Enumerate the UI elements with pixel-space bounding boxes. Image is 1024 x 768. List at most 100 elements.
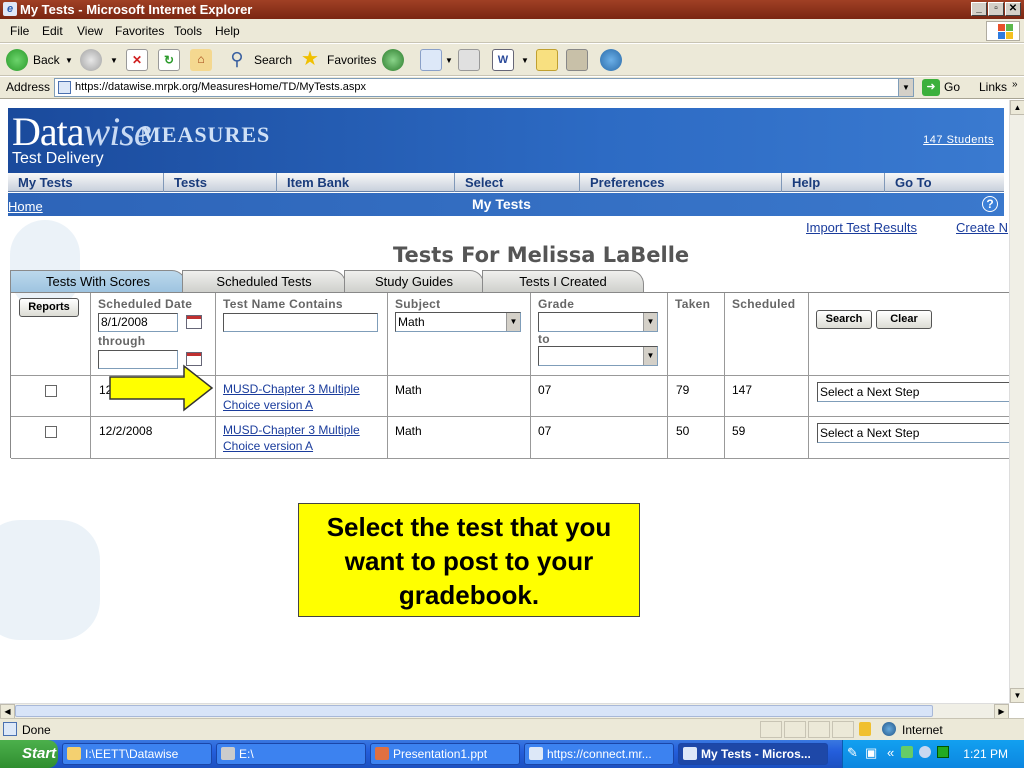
research-icon[interactable] [566,49,588,71]
sub-nav-bar: Home My Tests ? [8,193,1004,216]
mail-icon[interactable] [420,49,442,71]
task-drive-e[interactable]: E:\ [216,743,366,765]
stop-icon[interactable]: ✕ [126,49,148,71]
edit-word-icon[interactable]: W [492,49,514,71]
tray-green-icon[interactable] [937,746,949,758]
nav-my-tests[interactable]: My Tests [8,173,164,192]
go-arrow-icon[interactable]: ➜ [922,79,940,96]
row-cell [531,417,668,459]
history-icon[interactable] [382,49,404,71]
row-2-test-link[interactable]: MUSD-Chapter 3 Multiple Choice version A [223,422,360,454]
favorites-star-icon[interactable]: ★ [299,49,321,71]
address-input[interactable]: https://datawise.mrpk.org/MeasuresHome/T… [54,78,914,97]
scroll-left-icon[interactable]: ◀ [0,704,15,719]
links-button[interactable]: Links [979,80,1007,94]
tab-study-guides[interactable]: Study Guides [344,270,484,292]
chevron-down-icon[interactable]: ▼ [643,347,657,365]
print-icon[interactable] [458,49,480,71]
forward-dropdown-icon[interactable]: ▼ [110,56,118,65]
tab-scheduled-tests[interactable]: Scheduled Tests [182,270,346,292]
menu-tools[interactable]: Tools [174,24,202,38]
calendar-icon[interactable] [186,315,202,329]
tray-network-icon[interactable]: ▣ [865,745,877,761]
go-button[interactable]: Go [944,80,960,94]
search-button[interactable]: Search [816,310,872,329]
address-url[interactable]: https://datawise.mrpk.org/MeasuresHome/T… [75,81,366,93]
table-row [11,417,91,459]
forward-arrow-icon[interactable] [80,49,102,71]
tray-tool-icon[interactable]: ✎ [847,745,858,761]
task-presentation[interactable]: Presentation1.ppt [370,743,520,765]
address-dropdown-icon[interactable]: ▼ [898,79,913,96]
horizontal-scroll-thumb[interactable] [15,705,933,717]
scroll-down-icon[interactable]: ▼ [1010,688,1024,703]
search-label[interactable]: Search [254,53,292,67]
home-link[interactable]: Home [8,199,43,214]
grade-to-select[interactable]: ▼ [538,346,658,366]
menu-help[interactable]: Help [215,24,240,38]
task-eett-datawise[interactable]: I:\EETT\Datawise [62,743,212,765]
tab-tests-i-created[interactable]: Tests I Created [482,270,644,292]
datawise-banner: Datawise MEASURES Test Delivery 147 Stud… [8,108,1004,173]
subject-label: Subject [395,297,441,311]
favorites-label[interactable]: Favorites [327,53,376,67]
test-name-input[interactable] [223,313,378,332]
row-1-checkbox[interactable] [45,385,57,397]
row-2-next-step-select[interactable]: Select a Next Step [817,423,1009,443]
students-link[interactable]: 147 Students [923,134,994,146]
tab-tests-with-scores[interactable]: Tests With Scores [10,270,186,292]
menu-edit[interactable]: Edit [42,24,63,38]
back-arrow-icon[interactable] [6,49,28,71]
row-1-test-link[interactable]: MUSD-Chapter 3 Multiple Choice version A [223,381,360,413]
nav-help[interactable]: Help [782,173,885,192]
create-link[interactable]: Create N [956,220,1008,235]
restore-button[interactable]: ▫ [988,2,1004,16]
import-test-results-link[interactable]: Import Test Results [806,220,917,235]
clear-button[interactable]: Clear [876,310,932,329]
callout-line-2: want to post to your [344,546,594,576]
nav-preferences[interactable]: Preferences [580,173,782,192]
back-dropdown-icon[interactable]: ▼ [65,56,73,65]
mail-dropdown-icon[interactable]: ▼ [445,56,453,65]
row-1-next-step-select[interactable]: Select a Next Step [817,382,1009,402]
reports-button[interactable]: Reports [19,298,79,317]
subject-select[interactable]: Math ▼ [395,312,521,332]
home-icon[interactable]: ⌂ [190,49,212,71]
tray-expand-icon[interactable]: « [887,745,894,760]
links-chevron-icon[interactable]: » [1012,79,1018,90]
tray-volume-icon[interactable] [919,746,931,758]
horizontal-scrollbar[interactable]: ◀ ▶ [0,703,1009,719]
edit-dropdown-icon[interactable]: ▼ [521,56,529,65]
menu-favorites[interactable]: Favorites [115,24,164,38]
help-icon[interactable]: ? [982,196,998,212]
minimize-button[interactable]: _ [971,2,987,16]
chevron-down-icon[interactable]: ▼ [506,313,520,331]
tray-app-icon[interactable] [901,746,913,758]
back-label[interactable]: Back [33,53,60,67]
menu-view[interactable]: View [77,24,103,38]
puzzle-background-decoration-2 [0,520,100,640]
menu-file[interactable]: File [10,24,29,38]
task-connect[interactable]: https://connect.mr... [524,743,674,765]
nav-item-bank[interactable]: Item Bank [277,173,455,192]
chevron-down-icon[interactable]: ▼ [643,313,657,331]
refresh-icon[interactable]: ↻ [158,49,180,71]
nav-go-to[interactable]: Go To [885,173,1004,192]
search-icon[interactable]: ⚲ [226,49,248,71]
nav-select[interactable]: Select [455,173,580,192]
task-my-tests[interactable]: My Tests - Micros... [678,743,828,765]
start-button[interactable]: Start [0,740,58,768]
row-2-checkbox[interactable] [45,426,57,438]
taken-header: Taken [675,297,711,311]
windows-flag-icon [986,21,1020,41]
nav-tests[interactable]: Tests [164,173,277,192]
scroll-up-icon[interactable]: ▲ [1010,100,1024,115]
date-from-input[interactable]: 8/1/2008 [98,313,178,332]
messenger-icon[interactable] [600,49,622,71]
grade-from-select[interactable]: ▼ [538,312,658,332]
vertical-scrollbar[interactable]: ▲ ▼ [1009,100,1024,703]
header-cell-actions [809,293,1009,376]
close-button[interactable]: ✕ [1005,2,1021,16]
scroll-right-icon[interactable]: ▶ [994,704,1009,719]
discuss-icon[interactable] [536,49,558,71]
